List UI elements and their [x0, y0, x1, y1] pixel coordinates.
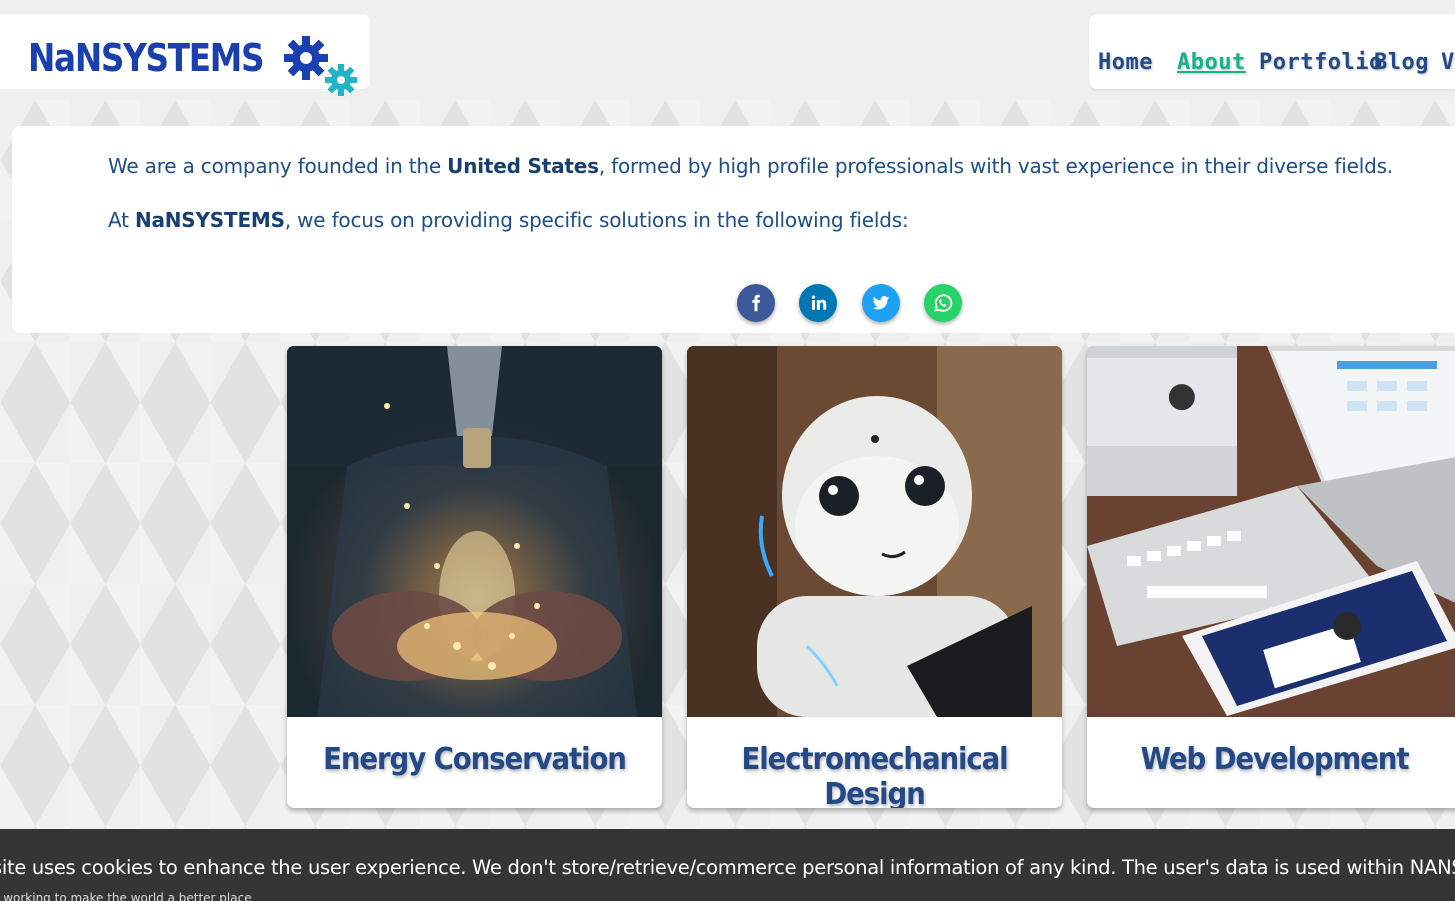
devices-photo: ●: [1087, 346, 1455, 717]
service-card-web[interactable]: ● Web Development: [1087, 346, 1455, 808]
about-paragraph-2: At NaNSYSTEMS, we focus on providing spe…: [108, 208, 909, 232]
card-title: Web Development: [1140, 742, 1410, 777]
nav-portfolio[interactable]: Portfolio: [1259, 50, 1383, 75]
nav-home[interactable]: Home: [1098, 50, 1153, 75]
main-nav: Home About Portfolio Blog V: [1089, 14, 1455, 89]
logo-text: NaNSYSTEMS: [28, 36, 265, 80]
about-text: , we focus on providing specific solutio…: [284, 208, 909, 232]
facebook-icon: [752, 294, 761, 312]
card-title: Energy Conservation: [323, 742, 627, 777]
nav-about[interactable]: About: [1177, 50, 1246, 75]
about-highlight-company: NaNSYSTEMS: [134, 208, 285, 232]
nav-more[interactable]: V: [1441, 50, 1455, 75]
cookie-message: site uses cookies to enhance the user ex…: [0, 856, 1455, 879]
lightbulb-photo: [287, 346, 662, 717]
gears-icon: [284, 36, 357, 96]
card-title: Electromechanical Design: [741, 742, 1008, 808]
linkedin-icon: [811, 295, 827, 310]
logo-container[interactable]: NaNSYSTEMS: [0, 14, 370, 96]
cookie-subtext: e working to make the world a better pla…: [0, 891, 252, 901]
about-text: At: [108, 208, 135, 232]
facebook-share-button[interactable]: [737, 284, 775, 322]
robot-photo: [687, 346, 1062, 717]
twitter-share-button[interactable]: [862, 284, 900, 322]
about-section: We are a company founded in the United S…: [12, 126, 1455, 333]
service-card-electromechanical[interactable]: Electromechanical Design: [687, 346, 1062, 808]
whatsapp-icon: [934, 294, 953, 312]
about-paragraph-1: We are a company founded in the United S…: [108, 154, 1393, 178]
apple-logo: ●: [1167, 375, 1197, 415]
about-text: We are a company founded in the: [108, 154, 448, 178]
linkedin-share-button[interactable]: [799, 284, 837, 322]
cookie-banner: site uses cookies to enhance the user ex…: [0, 829, 1455, 901]
twitter-icon: [872, 296, 890, 310]
nav-blog[interactable]: Blog: [1374, 50, 1429, 75]
about-highlight-country: United States: [447, 154, 599, 178]
service-card-energy[interactable]: Energy Conservation: [287, 346, 662, 808]
about-text: , formed by high profile professionals w…: [598, 154, 1393, 178]
whatsapp-share-button[interactable]: [924, 284, 962, 322]
